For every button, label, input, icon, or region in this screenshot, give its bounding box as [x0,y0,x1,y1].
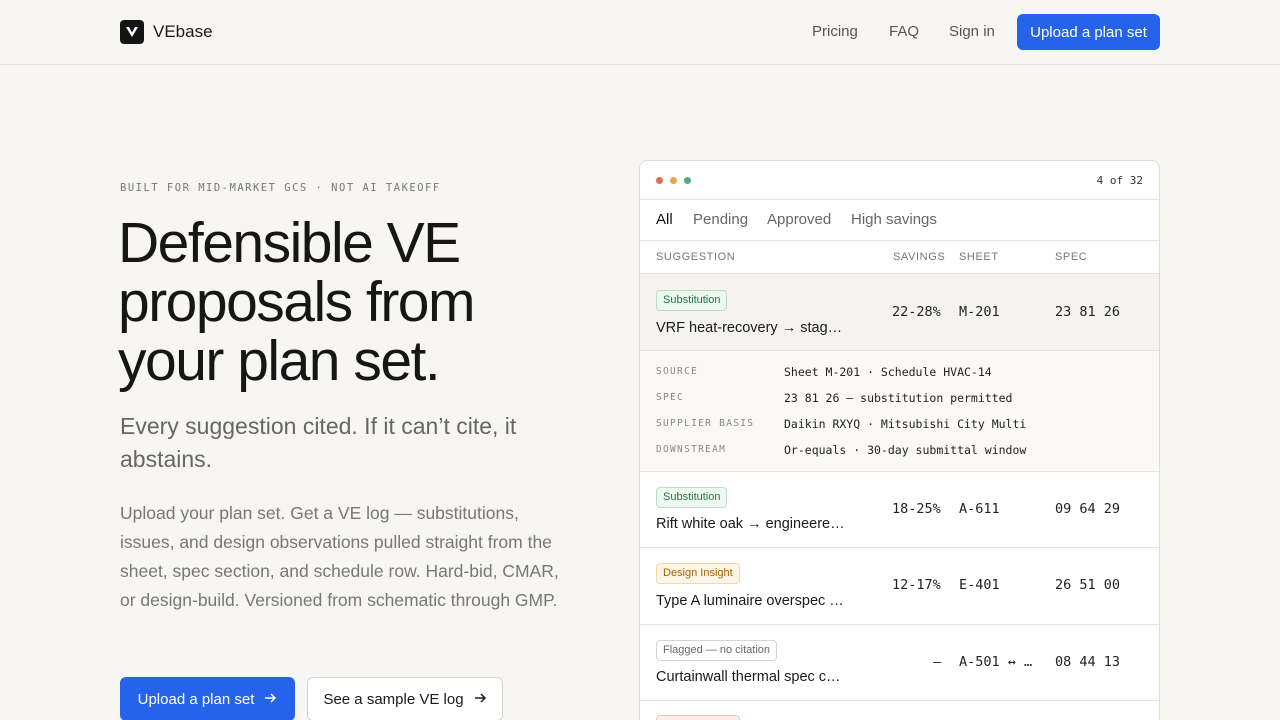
sheet-value: M-201 [959,304,1000,320]
detail-label: SOURCE [656,366,699,377]
headline-line-3: your plan set. [118,329,441,393]
savings-value: 12-17% [892,577,941,593]
badge-design-insight: Design Insight [656,563,740,584]
detail-label: DOWNSTREAM [656,444,727,455]
detail-value: 23 81 26 — substitution permitted [784,391,1013,405]
spec-value: 08 44 13 [1055,654,1121,670]
nav-link-sign-in[interactable]: Sign in [949,23,995,40]
suggestion-title: Curtainwall thermal spec c… [656,669,841,685]
subheadline: Every suggestion cited. If it can’t cite… [120,413,517,472]
nav-link-pricing[interactable]: Pricing [812,23,858,40]
sample-ve-log-button[interactable]: See a sample VE log [307,677,503,720]
table-header: SUGGESTION SAVINGS SHEET SPEC [640,241,1159,274]
detail-value: Sheet M-201 · Schedule HVAC-14 [784,365,992,379]
panel-titlebar: 4 of 32 [640,161,1159,200]
suggestion-title: Type A luminaire overspec … [656,593,844,609]
column-header-spec: SPEC [1055,251,1088,263]
nav-upload-button[interactable]: Upload a plan set [1017,14,1160,50]
page-title: Defensible VE proposals from your plan s… [118,214,598,391]
column-header-sheet: SHEET [959,251,999,263]
badge-issue [656,715,740,720]
badge-flagged: Flagged — no citation [656,640,778,661]
spec-value: 23 81 26 [1055,304,1121,320]
column-header-savings: SAVINGS [893,251,946,263]
sheet-value: A-501 ↔ … [959,654,1033,670]
arrow-right-icon [264,691,277,708]
detail-label: SPEC [656,392,685,403]
filter-tabs: All Pending Approved High savings [640,200,1159,241]
suggestion-title: VRF heat-recovery → stag… [656,320,843,336]
logo-icon [120,20,144,44]
table-row[interactable]: Design Insight Type A luminaire overspec… [640,548,1159,625]
spec-value: 09 64 29 [1055,501,1121,517]
badge-substitution: Substitution [656,290,728,311]
brand-name: VEbase [153,22,213,41]
window-dot-green [684,177,691,184]
arrow-right-icon [474,691,487,708]
detail-label: SUPPLIER BASIS [656,418,755,429]
result-counter: 4 of 32 [1096,174,1143,187]
tab-approved[interactable]: Approved [767,211,831,228]
savings-value: 18-25% [892,501,941,517]
suggestion-title: Rift white oak → engineere… [656,516,845,532]
eyebrow-text: BUILT FOR MID-MARKET GCS · NOT AI TAKEOF… [120,182,441,194]
detail-value: Or-equals · 30-day submittal window [784,443,1027,457]
column-header-suggestion: SUGGESTION [656,251,736,263]
hero-description: Upload your plan set. Get a VE log — sub… [120,503,559,610]
table-row[interactable]: Flagged — no citation Curtainwall therma… [640,625,1159,701]
headline-line-1: Defensible VE [118,211,461,275]
detail-value: Daikin RXYQ · Mitsubishi City Multi [784,417,1027,431]
headline-line-2: proposals from [118,270,476,334]
table-row[interactable]: Substitution Rift white oak → engineere…… [640,472,1159,548]
tab-all[interactable]: All [656,211,673,228]
sample-ve-log-label: See a sample VE log [323,690,464,708]
row-detail: SOURCE Sheet M-201 · Schedule HVAC-14 SP… [640,351,1159,472]
sheet-value: E-401 [959,577,1000,593]
savings-value: 22-28% [892,304,941,320]
spec-value: 26 51 00 [1055,577,1121,593]
badge-substitution: Substitution [656,487,728,508]
savings-value: — [933,654,942,670]
upload-plan-set-label: Upload a plan set [137,690,255,708]
ve-log-preview-panel: 4 of 32 All Pending Approved High saving… [639,160,1160,720]
tab-pending[interactable]: Pending [693,211,748,228]
sheet-value: A-611 [959,501,1000,517]
top-nav: VEbase Pricing FAQ Sign in Upload a plan… [0,0,1280,65]
table-row[interactable]: Substitution VRF heat-recovery → stag… 2… [640,274,1159,351]
upload-plan-set-button[interactable]: Upload a plan set [120,677,295,720]
nav-link-faq[interactable]: FAQ [889,23,919,40]
table-row[interactable] [640,701,1159,720]
brand[interactable]: VEbase [120,20,213,44]
window-dot-red [656,177,663,184]
tab-high-savings[interactable]: High savings [851,211,937,228]
window-dot-yellow [670,177,677,184]
